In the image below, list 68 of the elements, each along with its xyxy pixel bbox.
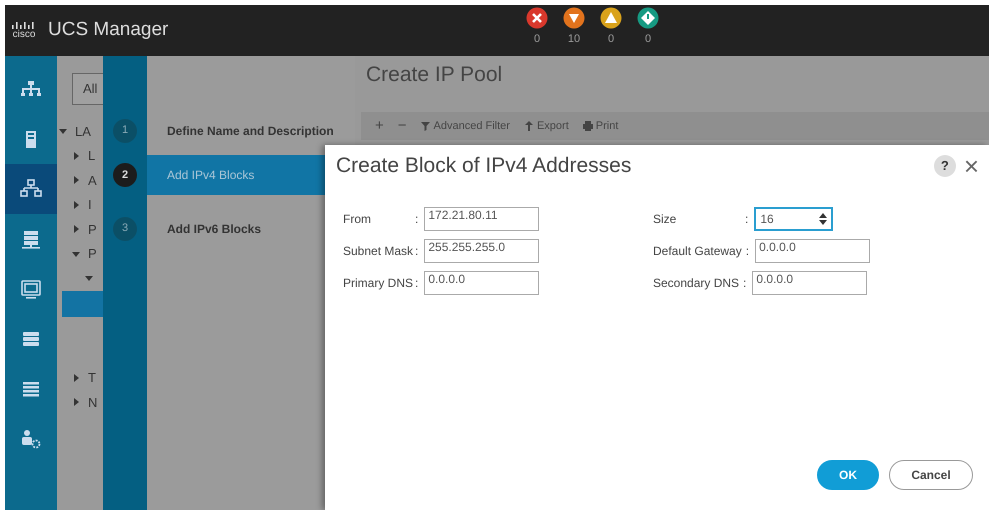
- toolbar-export-button[interactable]: Export: [524, 118, 569, 134]
- colon: :: [743, 275, 746, 292]
- input-field[interactable]: 255.255.255.0: [424, 239, 540, 263]
- filter-dropdown[interactable]: All: [72, 73, 103, 105]
- field-label: Primary DNS: [343, 275, 414, 292]
- page-title: Create IP Pool: [366, 62, 504, 88]
- ok-button[interactable]: OK: [817, 460, 879, 490]
- fault-warning-icon[interactable]: [637, 7, 659, 29]
- printer-icon: [582, 121, 593, 132]
- toolbar-add-button[interactable]: +: [375, 114, 384, 138]
- collapsed-caret-icon[interactable]: [72, 176, 80, 184]
- collapsed-caret-icon[interactable]: [72, 374, 80, 382]
- logo: cisco: [11, 22, 37, 40]
- fault-critical-icon[interactable]: [526, 7, 548, 29]
- field-label: Size: [653, 211, 678, 228]
- toolbar-remove-button[interactable]: −: [398, 114, 407, 138]
- colon: :: [745, 211, 748, 228]
- nav-rail-button[interactable]: [5, 164, 57, 214]
- storage-icon: [20, 329, 42, 349]
- input-field[interactable]: 0.0.0.0: [755, 239, 870, 263]
- tree-item-label[interactable]: I: [88, 195, 92, 214]
- field-label: Subnet Mask: [343, 243, 414, 260]
- colon: :: [415, 275, 418, 292]
- collapsed-caret-icon[interactable]: [72, 200, 80, 209]
- network-tree-icon: [20, 79, 42, 99]
- server-stack-icon: [20, 229, 42, 249]
- collapsed-caret-icon[interactable]: [72, 398, 80, 406]
- tree-item-label[interactable]: P: [88, 244, 97, 264]
- number-spinner[interactable]: 16: [754, 207, 834, 231]
- fault-count: 0: [608, 32, 614, 47]
- cancel-button[interactable]: Cancel: [889, 460, 973, 490]
- expanded-caret-icon[interactable]: [59, 127, 67, 136]
- fault-minor-icon[interactable]: [600, 7, 622, 29]
- input-field[interactable]: 0.0.0.0: [424, 271, 540, 295]
- close-button[interactable]: ×: [964, 153, 979, 179]
- input-field[interactable]: 172.21.80.11: [424, 207, 540, 231]
- fault-major-icon[interactable]: [563, 7, 585, 29]
- fault-count: 0: [644, 32, 652, 47]
- tree-item-label[interactable]: A: [88, 170, 97, 190]
- network-icon: [20, 179, 42, 199]
- fault-count: 10: [568, 32, 580, 47]
- field-label: Secondary DNS: [653, 275, 740, 292]
- up-arrow-icon: [524, 121, 534, 132]
- fault-count: 0: [534, 32, 540, 47]
- expanded-caret-icon[interactable]: [72, 250, 80, 258]
- collapsed-caret-icon[interactable]: [72, 225, 80, 234]
- monitor-icon: [20, 279, 42, 299]
- colon: :: [415, 211, 418, 228]
- spinner-arrows-icon[interactable]: [819, 213, 828, 225]
- app-title: UCS Manager: [48, 18, 168, 42]
- colon: :: [746, 243, 750, 260]
- user-gear-icon: [20, 429, 42, 449]
- field-label: From: [343, 211, 372, 228]
- tree-item-label[interactable]: N: [88, 392, 98, 412]
- tree-item-label[interactable]: LA: [75, 122, 91, 141]
- toolbar-filter-button[interactable]: Advanced Filter: [420, 118, 510, 134]
- filter-icon: [420, 121, 431, 132]
- tree-item-label[interactable]: T: [88, 368, 96, 388]
- tree-item-label[interactable]: P: [88, 220, 97, 239]
- collapsed-caret-icon[interactable]: [72, 152, 80, 160]
- field-label: Default Gateway: [653, 243, 742, 260]
- expanded-caret-icon[interactable]: [85, 274, 93, 282]
- tree-item-label[interactable]: L: [88, 146, 96, 166]
- colon: :: [415, 243, 418, 260]
- input-field[interactable]: 0.0.0.0: [752, 271, 868, 295]
- toolbar-print-button[interactable]: Print: [582, 118, 618, 134]
- list-icon: [20, 379, 42, 399]
- help-button[interactable]: ?: [934, 155, 956, 177]
